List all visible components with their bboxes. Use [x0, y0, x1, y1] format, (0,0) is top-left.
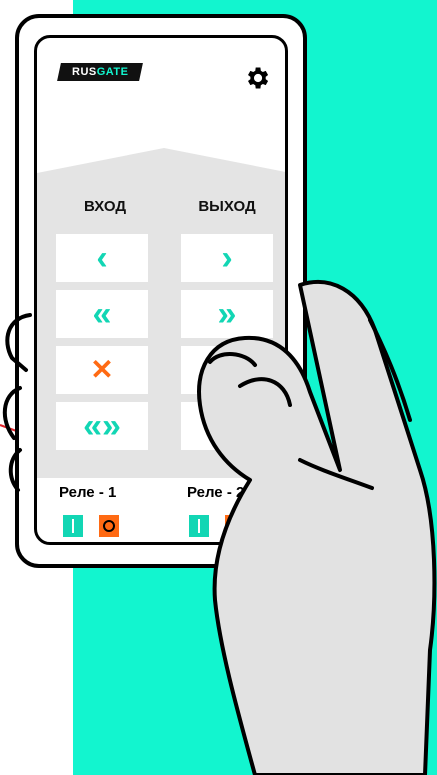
hand-illustration	[2, 280, 437, 775]
